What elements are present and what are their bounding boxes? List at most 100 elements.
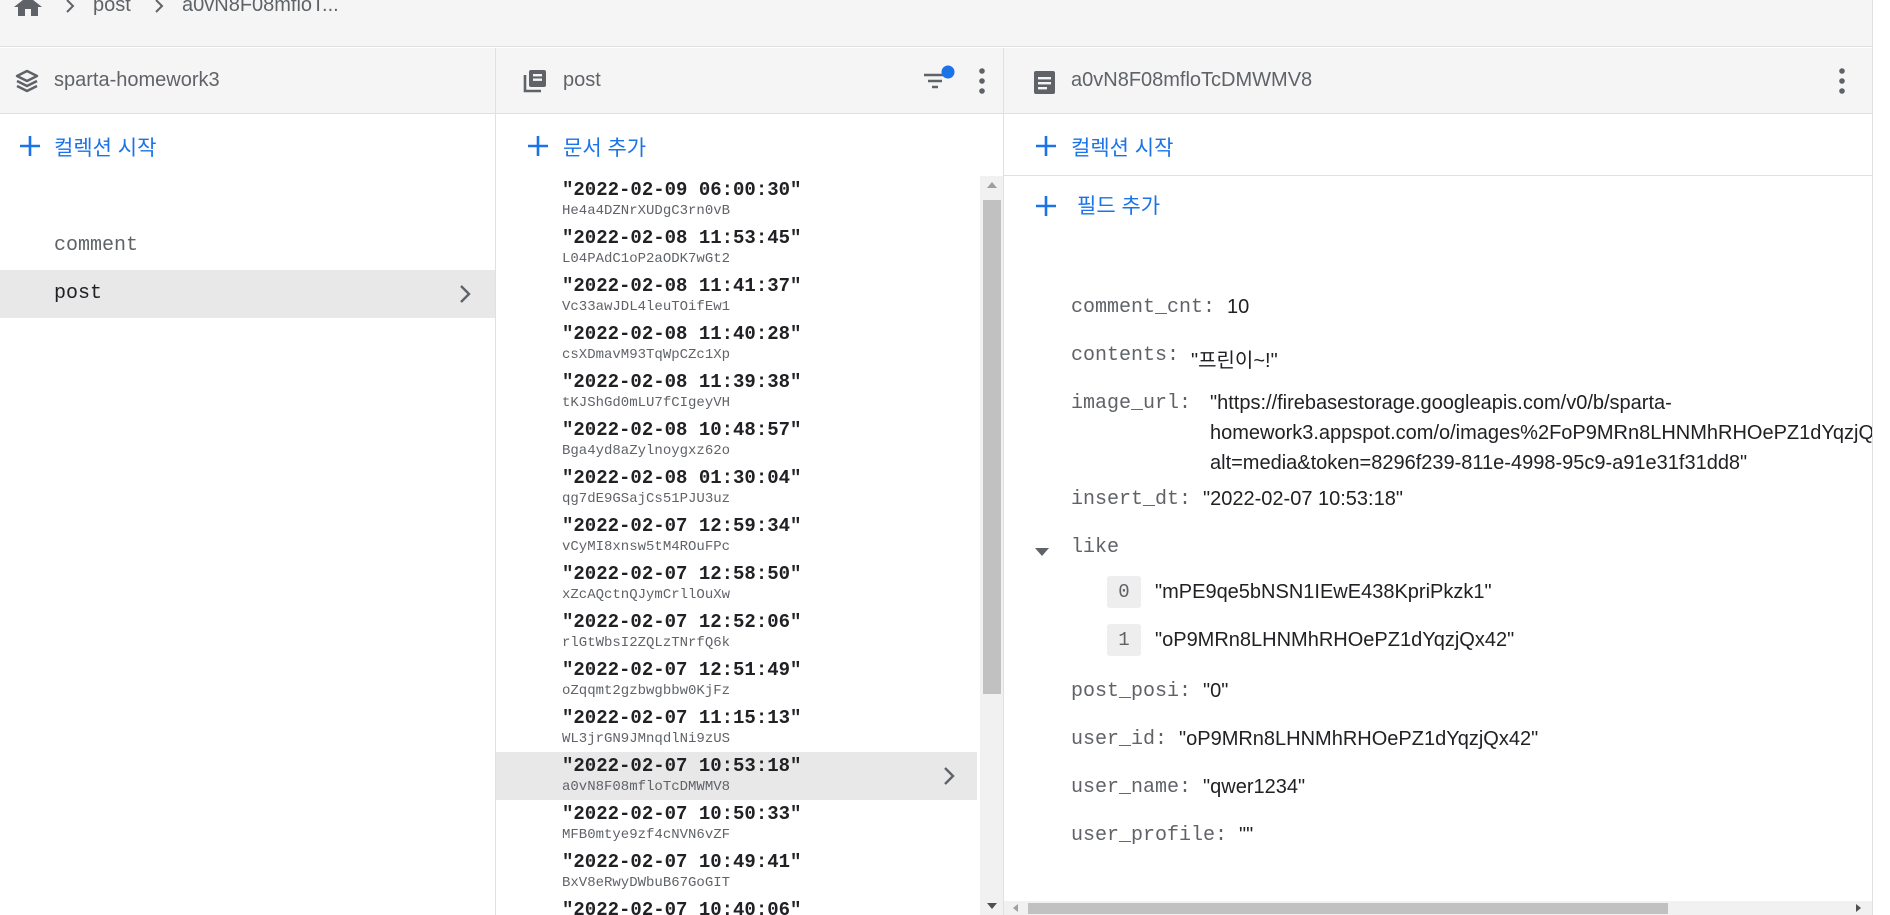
field-value-line: alt=media&token=8296f239-811e-4998-95c9-…: [1210, 452, 1748, 474]
array-index-badge: 0: [1107, 576, 1141, 608]
field-user-id[interactable]: user_id: "oP9MRn8LHNMhRHOePZ1dYqzjQx42": [1071, 728, 1538, 758]
plus-icon: [528, 136, 548, 156]
document-list-item[interactable]: "2022-02-07 12:59:34" vCyMI8xnsw5tM4ROuFP…: [496, 512, 977, 560]
field-key: contents:: [1071, 344, 1180, 367]
document-list-item-title: "2022-02-08 11:40:28": [562, 323, 802, 345]
start-collection-button[interactable]: 컬렉션 시작: [0, 114, 495, 176]
database-icon: [15, 69, 39, 93]
field-comment-cnt[interactable]: comment_cnt: 10: [1071, 296, 1249, 326]
document-list-item[interactable]: "2022-02-07 12:58:50" xZcAQctnQJymCrllOuX…: [496, 560, 977, 608]
collection-item-post[interactable]: post: [0, 270, 495, 318]
scroll-right-arrow[interactable]: [1856, 904, 1861, 912]
field-image-url[interactable]: image_url:: [1071, 392, 1191, 422]
scroll-up-arrow[interactable]: [987, 182, 997, 188]
scroll-down-arrow[interactable]: [987, 903, 997, 909]
field-value: "oP9MRn8LHNMhRHOePZ1dYqzjQx42": [1179, 728, 1539, 750]
document-list-item-title: "2022-02-08 10:48:57": [562, 419, 802, 441]
field-list-horizontal-scrollbar[interactable]: [1004, 901, 1872, 915]
document-list-item[interactable]: "2022-02-08 01:30:04" qg7dE9GSajCs51PJU3u…: [496, 464, 977, 512]
add-field-button[interactable]: 필드 추가: [1004, 176, 1872, 232]
window-edge: [1872, 0, 1890, 915]
field-contents[interactable]: contents: "프린이~!": [1071, 344, 1278, 374]
field-value: 10: [1227, 296, 1250, 318]
collections-panel: sparta-homework3 컬렉션 시작 comment post: [0, 48, 496, 915]
field-key: image_url:: [1071, 392, 1192, 415]
document-list-scrollbar[interactable]: [980, 176, 1003, 915]
field-value: "qwer1234": [1203, 776, 1306, 798]
field-key: user_id:: [1071, 728, 1168, 751]
more-vert-icon[interactable]: [1830, 66, 1854, 96]
document-list-item-id: BxV8eRwyDWbuB67GoGIT: [562, 875, 731, 891]
field-value-line: "https://firebasestorage.googleapis.com/…: [1210, 392, 1672, 414]
chevron-right-icon: [66, 0, 75, 13]
document-list-item-title: "2022-02-07 11:15:13": [562, 707, 802, 729]
field-insert-dt[interactable]: insert_dt: "2022-02-07 10:53:18": [1071, 488, 1403, 518]
array-value[interactable]: "oP9MRn8LHNMhRHOePZ1dYqzjQx42": [1155, 629, 1514, 652]
document-list-item[interactable]: "2022-02-08 10:48:57" Bga4yd8aZylnoygxz62…: [496, 416, 977, 464]
more-vert-icon[interactable]: [970, 66, 994, 96]
document-panel-header: a0vN8F08mfloTcDMWMV8: [1004, 48, 1872, 114]
breadcrumb-item-post[interactable]: post: [93, 0, 131, 17]
field-key: insert_dt:: [1071, 488, 1192, 511]
field-value: "2022-02-07 10:53:18": [1203, 488, 1403, 510]
field-list: 필드 추가 comment_cnt: 10 contents: "프린이~!" im…: [1004, 176, 1872, 901]
document-list-item-title: "2022-02-07 12:51:49": [562, 659, 802, 681]
add-document-button[interactable]: 문서 추가: [496, 114, 1003, 176]
document-list-item[interactable]: "2022-02-08 11:41:37" Vc33awJDL4leuTOifEw…: [496, 272, 977, 320]
document-list-item[interactable]: "2022-02-07 10:50:33" MFB0mtye9zf4cNVN6vZ…: [496, 800, 977, 848]
scroll-left-arrow[interactable]: [1013, 904, 1018, 912]
document-list-item-title: "2022-02-07 12:58:50": [562, 563, 802, 585]
document-list-item[interactable]: "2022-02-07 10:40:06": [496, 896, 977, 915]
document-list-item[interactable]: "2022-02-09 06:00:30" He4a4DZNrXUDgC3rn0v…: [496, 176, 977, 224]
start-collection-label: 컬렉션 시작: [54, 137, 157, 160]
arrow-drop-down-icon[interactable]: [1033, 546, 1051, 558]
collection-icon: [523, 70, 546, 93]
home-icon[interactable]: [14, 0, 42, 18]
collection-item-label: comment: [54, 234, 139, 257]
document-list-item[interactable]: "2022-02-07 12:51:49" oZqqmt2gzbwgbbw0KjF…: [496, 656, 977, 704]
filter-icon[interactable]: [922, 65, 956, 95]
document-list-item[interactable]: "2022-02-08 11:40:28" csXDmavM93TqWpCZc1X…: [496, 320, 977, 368]
document-list: "2022-02-09 06:00:30" He4a4DZNrXUDgC3rn0v…: [496, 176, 983, 915]
document-list-item-title: "2022-02-07 10:49:41": [562, 851, 802, 873]
project-title: sparta-homework3: [54, 69, 220, 91]
field-key: user_profile:: [1071, 824, 1228, 847]
field-key: user_name:: [1071, 776, 1192, 799]
document-list-item-title: "2022-02-08 11:41:37": [562, 275, 802, 297]
collection-title: post: [563, 69, 601, 91]
field-value: "": [1239, 824, 1254, 846]
document-list-item[interactable]: "2022-02-07 10:49:41" BxV8eRwyDWbuB67GoGI…: [496, 848, 977, 896]
field-like[interactable]: like: [1071, 536, 1119, 566]
document-list-item-id: MFB0mtye9zf4cNVN6vZF: [562, 827, 731, 843]
scrollbar-thumb[interactable]: [1028, 903, 1668, 914]
document-list-item-id: vCyMI8xnsw5tM4ROuFPc: [562, 539, 731, 555]
document-list-item[interactable]: "2022-02-07 10:53:18" a0vN8F08mfloTcDMWMV…: [496, 752, 977, 800]
document-list-item[interactable]: "2022-02-07 11:15:13" WL3jrGN9JMnqdlNi9zU…: [496, 704, 977, 752]
document-list-item-id: xZcAQctnQJymCrllOuXw: [562, 587, 731, 603]
collection-item-comment[interactable]: comment: [0, 222, 495, 270]
document-list-item-id: Bga4yd8aZylnoygxz62o: [562, 443, 731, 459]
field-value-image-url: "https://firebasestorage.googleapis.com/…: [1210, 388, 1872, 478]
document-list-item-id: He4a4DZNrXUDgC3rn0vB: [562, 203, 731, 219]
array-value[interactable]: "mPE9qe5bNSN1IEwE438KpriPkzk1": [1155, 581, 1492, 604]
field-value: "프린이~!": [1191, 350, 1278, 372]
field-value-line: homework3.appspot.com/o/images%2FoP9MRn8…: [1210, 422, 1872, 444]
field-post-posi[interactable]: post_posi: "0": [1071, 680, 1228, 710]
start-collection-button[interactable]: 컬렉션 시작: [1004, 114, 1872, 176]
document-list-item[interactable]: "2022-02-08 11:39:38" tKJShGd0mLU7fCIgeyV…: [496, 368, 977, 416]
document-panel: a0vN8F08mfloTcDMWMV8 컬렉션 시작 필드 추가 commen…: [1004, 48, 1872, 915]
document-icon: [1034, 71, 1055, 94]
document-list-item[interactable]: "2022-02-08 11:53:45" L04PAdC1oP2aODK7wGt…: [496, 224, 977, 272]
field-user-profile[interactable]: user_profile: "": [1071, 824, 1253, 854]
field-user-name[interactable]: user_name: "qwer1234": [1071, 776, 1305, 806]
scrollbar-thumb[interactable]: [983, 200, 1001, 694]
document-list-item-id: oZqqmt2gzbwgbbw0KjFz: [562, 683, 731, 699]
plus-icon: [1036, 136, 1056, 156]
breadcrumb: post a0vN8F08mfloT...: [0, 0, 1872, 47]
collection-item-label: post: [54, 282, 103, 305]
document-list-item-title: "2022-02-07 12:59:34": [562, 515, 802, 537]
document-list-item[interactable]: "2022-02-07 12:52:06" rlGtWbsI2ZQLzTNrfQ6…: [496, 608, 977, 656]
chevron-right-icon: [460, 285, 471, 303]
breadcrumb-item-document[interactable]: a0vN8F08mfloT...: [182, 0, 339, 17]
document-title: a0vN8F08mfloTcDMWMV8: [1071, 69, 1313, 91]
